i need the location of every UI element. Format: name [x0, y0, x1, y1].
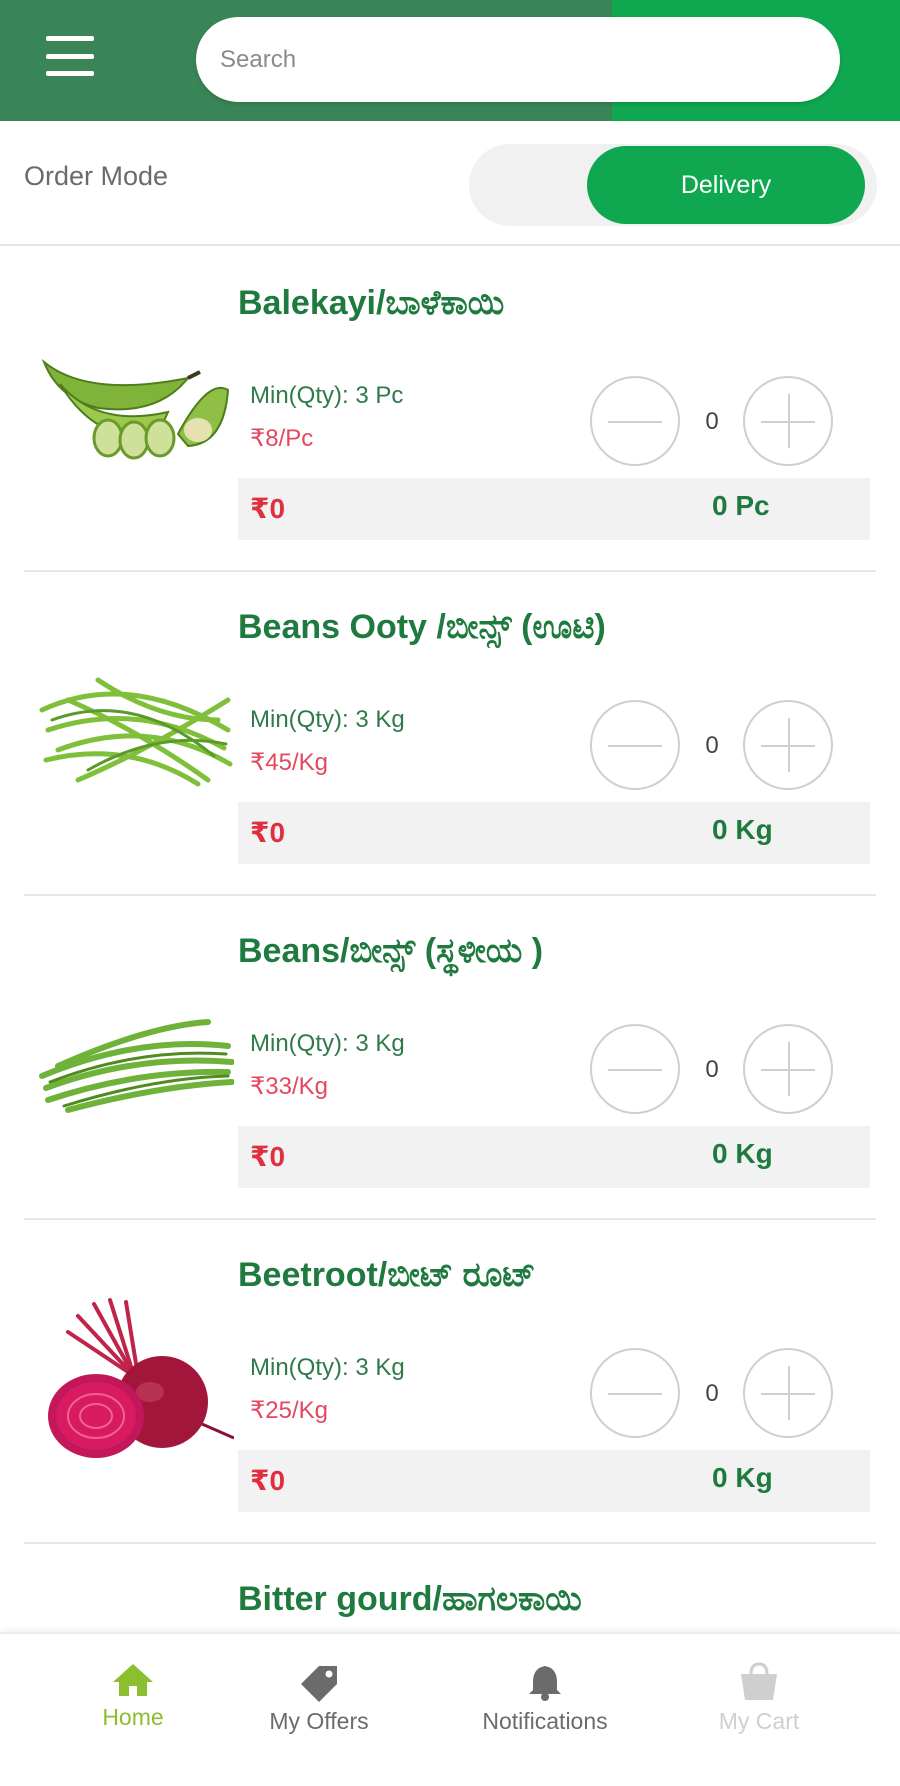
product-total-bar: ₹0 0 Pc — [238, 478, 870, 540]
delivery-toggle-button[interactable]: Delivery — [587, 146, 865, 224]
order-mode-bar: Order Mode Delivery — [0, 121, 900, 246]
decrease-qty-button[interactable] — [590, 1348, 680, 1438]
nav-notifications-label: Notifications — [482, 1708, 608, 1734]
product-total-bar: ₹0 0 Kg — [238, 1450, 870, 1512]
product-card: Beans Ooty /ಬೀನ್ಸ್ (ಊಟಿ) Min(Qty): 3 Kg … — [0, 572, 900, 896]
decrease-qty-button[interactable] — [590, 1024, 680, 1114]
product-total-bar: ₹0 0 Kg — [238, 1126, 870, 1188]
product-card: Beetroot/ಬೀಟ್ ರೂಟ್ Min(Qty): 3 Kg ₹25/Kg… — [0, 1220, 900, 1544]
product-card: Beans/ಬೀನ್ಸ್ (ಸ್ಥಳೀಯ ) Min(Qty): 3 Kg ₹3… — [0, 896, 900, 1220]
product-total-qty: 0 Pc — [712, 490, 770, 521]
product-card: Balekayi/ಬಾಳೆಕಾಯಿ Min(Qty): 3 Pc ₹8/Pc 0… — [0, 248, 900, 572]
qty-value: 0 — [705, 1380, 719, 1407]
nav-my-cart[interactable]: My Cart — [674, 1662, 844, 1762]
green-beans-image — [39, 1019, 234, 1113]
qty-value: 0 — [705, 408, 719, 435]
product-total-amount: ₹0 — [250, 1465, 286, 1496]
product-unit-price: ₹25/Kg — [250, 1397, 328, 1424]
increase-qty-button[interactable] — [743, 376, 833, 466]
hamburger-menu-icon[interactable] — [40, 32, 100, 80]
nav-my-offers[interactable]: My Offers — [234, 1662, 404, 1762]
product-name: Beans/ಬೀನ್ಸ್ (ಸ್ಥಳೀಯ ) — [238, 932, 544, 970]
product-list: Balekayi/ಬಾಳೆಕಾಯಿ Min(Qty): 3 Pc ₹8/Pc 0… — [0, 248, 900, 1632]
increase-qty-button[interactable] — [743, 700, 833, 790]
nav-my-offers-label: My Offers — [269, 1708, 369, 1734]
home-icon — [113, 1664, 153, 1696]
product-min-qty: Min(Qty): 3 Kg — [250, 706, 405, 733]
order-mode-label: Order Mode — [24, 161, 169, 191]
cart-icon — [741, 1662, 777, 1700]
product-total-qty: 0 Kg — [712, 814, 773, 845]
raw-banana-image — [41, 358, 230, 460]
nav-notifications[interactable]: Notifications — [460, 1662, 630, 1762]
product-total-qty: 0 Kg — [712, 1138, 773, 1169]
nav-home[interactable]: Home — [48, 1662, 218, 1762]
product-name: Beans Ooty /ಬೀನ್ಸ್ (ಊಟಿ) — [238, 608, 606, 646]
product-total-bar: ₹0 0 Kg — [238, 802, 870, 864]
tag-icon — [301, 1666, 337, 1702]
product-unit-price: ₹33/Kg — [250, 1073, 328, 1100]
nav-home-label: Home — [102, 1704, 164, 1730]
increase-qty-button[interactable] — [743, 1348, 833, 1438]
decrease-qty-button[interactable] — [590, 376, 680, 466]
product-name: Beetroot/ಬೀಟ್ ರೂಟ್ — [238, 1256, 536, 1294]
product-total-amount: ₹0 — [250, 493, 286, 524]
beetroot-image — [48, 1298, 234, 1458]
bottom-navigation: Home My Offers Notifications My Cart — [0, 1632, 900, 1786]
product-name: Balekayi/ಬಾಳೆಕಾಯಿ — [238, 284, 505, 322]
app-header — [0, 0, 900, 121]
product-total-qty: 0 Kg — [712, 1462, 773, 1493]
bell-icon — [529, 1666, 561, 1701]
product-card: Bitter gourd/ಹಾಗಲಕಾಯಿ — [0, 1544, 900, 1632]
product-unit-price: ₹8/Pc — [250, 425, 314, 452]
product-total-amount: ₹0 — [250, 817, 286, 848]
search-input[interactable] — [196, 17, 840, 102]
decrease-qty-button[interactable] — [590, 700, 680, 790]
product-min-qty: Min(Qty): 3 Kg — [250, 1354, 405, 1381]
product-min-qty: Min(Qty): 3 Kg — [250, 1030, 405, 1057]
product-unit-price: ₹45/Kg — [250, 749, 328, 776]
nav-my-cart-label: My Cart — [718, 1708, 800, 1734]
product-min-qty: Min(Qty): 3 Pc — [250, 382, 404, 409]
qty-value: 0 — [705, 732, 719, 759]
product-total-amount: ₹0 — [250, 1141, 286, 1172]
green-beans-image — [39, 677, 233, 787]
increase-qty-button[interactable] — [743, 1024, 833, 1114]
product-name: Bitter gourd/ಹಾಗಲಕಾಯಿ — [238, 1580, 582, 1618]
qty-value: 0 — [705, 1056, 719, 1083]
